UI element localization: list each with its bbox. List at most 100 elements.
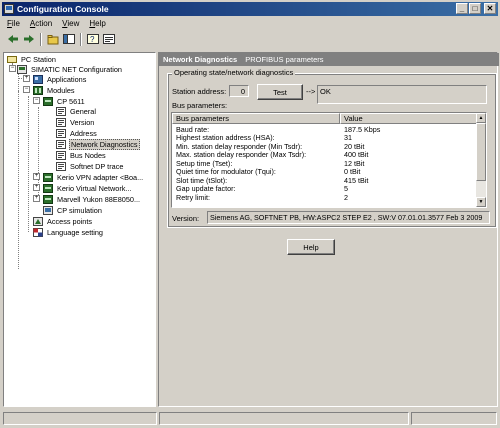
tree-item-label: Kerio Virtual Network...: [57, 183, 132, 193]
toolbar-separator: [80, 32, 82, 46]
menu-help[interactable]: Help: [84, 19, 110, 28]
column-header-value[interactable]: Value: [340, 113, 478, 124]
test-result-field[interactable]: OK: [317, 85, 487, 104]
minimize-button[interactable]: _: [456, 3, 468, 14]
help-icon: ?: [87, 33, 99, 44]
tree-item-label: Language setting: [47, 227, 103, 237]
table-row[interactable]: Max. station delay responder (Max Tsdr):…: [172, 150, 478, 159]
forward-button[interactable]: [22, 32, 36, 46]
menu-help-label: elp: [95, 19, 106, 28]
title-bar: Configuration Console _ □ ✕: [2, 2, 498, 16]
tree-item-label: General: [70, 106, 96, 116]
tree-item-label: Address: [70, 128, 97, 138]
status-panel: [411, 412, 497, 425]
scroll-down-button[interactable]: ▼: [476, 197, 486, 207]
result-arrow: -->: [306, 87, 316, 96]
help-button[interactable]: Help: [287, 239, 335, 255]
tree-item-marvell-yukon[interactable]: Marvell Yukon 88E8050...: [43, 194, 141, 204]
network-adapter-icon: [43, 183, 53, 193]
scroll-up-button[interactable]: ▲: [476, 113, 486, 123]
pane-header-title: Network Diagnostics: [163, 55, 238, 64]
properties-button[interactable]: [102, 32, 116, 46]
property-page-icon: [56, 106, 66, 116]
tree-item-kerio-vpn-adapter[interactable]: Kerio VPN adapter <Boa...: [43, 172, 144, 182]
svg-text:?: ?: [90, 35, 95, 44]
tree-item-network-diagnostics[interactable]: Network Diagnostics: [56, 138, 140, 150]
access-points-icon: [33, 216, 43, 226]
back-button[interactable]: [6, 32, 20, 46]
tree-item-softnet-dp-trace[interactable]: Softnet DP trace: [56, 161, 124, 171]
diagnostics-group-label: Operating state/network diagnostics: [172, 68, 296, 77]
tree-item-simatic-net-configuration[interactable]: SIMATIC NET Configuration: [17, 64, 123, 74]
network-adapter-icon: [43, 194, 53, 204]
show-tree-button[interactable]: [62, 32, 76, 46]
up-level-button[interactable]: [46, 32, 60, 46]
table-row[interactable]: Highest station address (HSA): 31: [172, 133, 478, 142]
menu-view[interactable]: View: [57, 19, 84, 28]
table-row[interactable]: Retry limit: 2: [172, 193, 478, 202]
details-pane: Network Diagnostics PROFIBUS parameters …: [158, 52, 499, 407]
simulation-icon: [43, 205, 53, 215]
status-bar: [2, 411, 498, 426]
tree-item-language-setting[interactable]: Language setting: [33, 227, 104, 237]
expand-toggle[interactable]: +: [23, 75, 30, 82]
tree-item-version[interactable]: Version: [56, 117, 95, 127]
version-field[interactable]: Siemens AG, SOFTNET PB, HW:ASPC2 STEP E2…: [207, 211, 490, 224]
table-row[interactable]: Setup time (Tset): 12 tBit: [172, 159, 478, 168]
tree-item-cp-simulation[interactable]: CP simulation: [43, 205, 103, 215]
test-button[interactable]: Test: [257, 84, 303, 100]
folder-up-icon: [47, 34, 59, 44]
tree-item-label: Softnet DP trace: [70, 161, 124, 171]
toolbar: ?: [2, 31, 498, 47]
tree-item-access-points[interactable]: Access points: [33, 216, 93, 226]
station-address-label: Station address:: [172, 87, 227, 96]
tree-item-kerio-virtual-network[interactable]: Kerio Virtual Network...: [43, 183, 132, 193]
table-row[interactable]: Gap update factor: 5: [172, 184, 478, 193]
table-row[interactable]: Slot time (tSlot): 415 tBit: [172, 176, 478, 185]
collapse-toggle[interactable]: −: [33, 97, 40, 104]
help-toolbar-button[interactable]: ?: [86, 32, 100, 46]
table-row[interactable]: Quiet time for modulator (Tqui): 0 tBit: [172, 167, 478, 176]
expand-toggle[interactable]: +: [33, 195, 40, 202]
tree-root-label: PC Station: [21, 54, 56, 64]
tree-item-bus-nodes[interactable]: Bus Nodes: [56, 150, 107, 160]
version-label: Version:: [172, 214, 200, 223]
tree-item-label: Marvell Yukon 88E8050...: [57, 194, 141, 204]
menu-action[interactable]: Action: [25, 19, 57, 28]
table-row[interactable]: Baud rate: 187.5 Kbps: [172, 125, 478, 134]
property-page-icon: [56, 161, 66, 171]
table-row[interactable]: Min. station delay responder (Min Tsdr):…: [172, 142, 478, 151]
property-page-icon: [56, 150, 66, 160]
scroll-thumb[interactable]: [476, 123, 486, 181]
column-header-bus-parameters[interactable]: Bus parameters: [172, 113, 340, 124]
tree-item-label: Bus Nodes: [70, 150, 106, 160]
test-button-label: Test: [273, 87, 287, 97]
tree-item-label: CP simulation: [57, 205, 102, 215]
menu-file[interactable]: File: [2, 19, 25, 28]
status-panel: [3, 412, 157, 425]
expand-toggle[interactable]: +: [33, 184, 40, 191]
list-scrollbar[interactable]: ▲ ▼: [476, 113, 486, 207]
properties-icon: [103, 33, 115, 44]
pane-header-subtitle: PROFIBUS parameters: [245, 55, 324, 64]
menu-bar: File Action View Help: [2, 17, 498, 30]
param-value: 2: [344, 192, 348, 202]
collapse-toggle[interactable]: −: [9, 65, 16, 72]
collapse-toggle[interactable]: −: [23, 86, 30, 93]
tree-item-address[interactable]: Address: [56, 128, 98, 138]
station-address-field[interactable]: 0: [229, 85, 249, 97]
console-tree-icon: [63, 33, 75, 44]
close-button[interactable]: ✕: [484, 3, 496, 14]
bus-parameters-list[interactable]: Bus parameters Value Baud rate: 187.5 Kbp…: [171, 112, 487, 208]
property-page-icon: [56, 139, 66, 149]
tree-item-modules[interactable]: Modules: [33, 85, 76, 95]
expand-toggle[interactable]: +: [33, 173, 40, 180]
property-page-icon: [56, 128, 66, 138]
maximize-button[interactable]: □: [469, 3, 481, 14]
tree-item-applications[interactable]: Applications: [33, 74, 87, 84]
tree-item-cp-5611[interactable]: CP 5611: [43, 96, 86, 106]
tree-root[interactable]: PC Station: [7, 54, 57, 64]
tree-item-general[interactable]: General: [56, 106, 97, 116]
status-panel: [159, 412, 409, 425]
bus-parameters-label: Bus parameters:: [172, 101, 228, 110]
